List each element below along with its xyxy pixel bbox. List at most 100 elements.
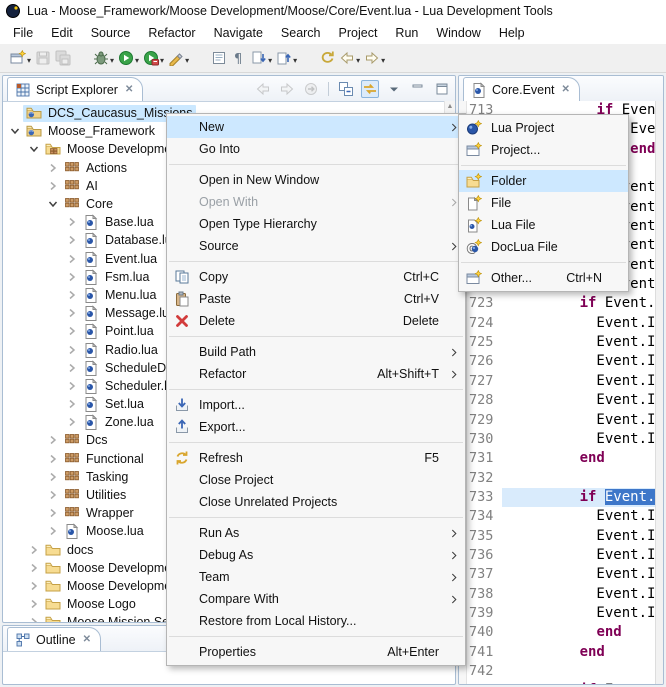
new-folder[interactable]: Folder (459, 170, 628, 192)
chevron-right-icon[interactable] (26, 578, 42, 594)
previous-annotation-button[interactable]: ▾ (274, 48, 299, 68)
chevron-right-icon[interactable] (64, 342, 80, 358)
new-project[interactable]: Project... (459, 139, 628, 161)
chevron-right-icon[interactable] (45, 160, 61, 176)
menu-project[interactable]: Project (330, 24, 387, 42)
code-line-732[interactable]: 732 (459, 469, 655, 488)
minimize-button[interactable] (409, 80, 427, 98)
menu-navigate[interactable]: Navigate (205, 24, 272, 42)
ctx-team[interactable]: Team (167, 566, 465, 588)
go-into-button[interactable] (302, 80, 320, 98)
dropdown-caret-icon[interactable]: ▾ (27, 51, 31, 65)
dropdown-caret-icon[interactable]: ▾ (160, 51, 164, 65)
ctx-open-in-new-window[interactable]: Open in New Window (167, 169, 465, 191)
menu-window[interactable]: Window (427, 24, 489, 42)
ctx-new[interactable]: New (167, 116, 465, 138)
ctx-refactor[interactable]: RefactorAlt+Shift+T (167, 363, 465, 385)
dropdown-caret-icon[interactable]: ▾ (110, 51, 114, 65)
menu-source[interactable]: Source (82, 24, 140, 42)
chevron-right-icon[interactable] (64, 232, 80, 248)
debug-button[interactable]: ▾ (91, 48, 116, 68)
code-line-725[interactable]: 725 Event.IniDCSGroup (459, 333, 655, 352)
ctx-go-into[interactable]: Go Into (167, 138, 465, 160)
ctx-export[interactable]: Export... (167, 416, 465, 438)
code-line-730[interactable]: 730 Event.IniPlayerName (459, 430, 655, 449)
back-button[interactable]: ▾ (337, 48, 362, 68)
menu-file[interactable]: File (4, 24, 42, 42)
ctx-delete[interactable]: DeleteDelete (167, 310, 465, 332)
link-with-editor-button[interactable] (361, 80, 379, 98)
ctx-close-project[interactable]: Close Project (167, 469, 465, 491)
menu-edit[interactable]: Edit (42, 24, 82, 42)
chevron-right-icon[interactable] (45, 505, 61, 521)
ctx-debug-as[interactable]: Debug As (167, 544, 465, 566)
dropdown-caret-icon[interactable]: ▾ (268, 51, 272, 65)
maximize-button[interactable] (433, 80, 451, 98)
collapse-all-button[interactable] (337, 80, 355, 98)
code-line-727[interactable]: 727 Event.IniUnit (459, 372, 655, 391)
chevron-right-icon[interactable] (64, 414, 80, 430)
code-line-743[interactable]: 743 if Event.target then (459, 681, 655, 684)
new-doclua-file[interactable]: @DocLua File (459, 236, 628, 258)
code-line-740[interactable]: 740 end (459, 623, 655, 642)
code-line-726[interactable]: 726 Event.IniUnitName (459, 352, 655, 371)
ctx-run-as[interactable]: Run As (167, 522, 465, 544)
chevron-right-icon[interactable] (64, 214, 80, 230)
dropdown-caret-icon[interactable]: ▾ (135, 51, 139, 65)
code-line-738[interactable]: 738 Event.IniUnitName (459, 585, 655, 604)
editor-scrollbar[interactable] (655, 101, 663, 684)
chevron-right-icon[interactable] (45, 178, 61, 194)
dropdown-caret-icon[interactable]: ▾ (185, 51, 189, 65)
forward-button[interactable] (278, 80, 296, 98)
dropdown-caret-icon[interactable]: ▾ (381, 51, 385, 65)
view-menu-button[interactable] (385, 80, 403, 98)
chevron-right-icon[interactable] (64, 251, 80, 267)
open-type-button[interactable] (209, 48, 229, 68)
chevron-down-icon[interactable] (45, 196, 61, 212)
chevron-down-icon[interactable] (26, 141, 42, 157)
chevron-right-icon[interactable] (45, 487, 61, 503)
show-whitespace-button[interactable]: ¶ (229, 48, 249, 68)
new-wizard-button[interactable]: ▾ (8, 48, 33, 68)
external-tools-button[interactable]: ▾ (166, 48, 191, 68)
close-icon[interactable]: ✕ (560, 84, 570, 95)
ctx-close-unrelated-projects[interactable]: Close Unrelated Projects (167, 491, 465, 513)
chevron-right-icon[interactable] (64, 360, 80, 376)
tab-script-explorer[interactable]: Script Explorer ✕ (7, 77, 143, 101)
chevron-right-icon[interactable] (45, 469, 61, 485)
ctx-restore-from-local-history[interactable]: Restore from Local History... (167, 610, 465, 632)
new-lua-file[interactable]: Lua File (459, 214, 628, 236)
tab-outline[interactable]: Outline ✕ (7, 627, 101, 651)
chevron-right-icon[interactable] (64, 305, 80, 321)
code-line-728[interactable]: 728 Event.IniGroupName (459, 391, 655, 410)
ctx-import[interactable]: Import... (167, 394, 465, 416)
chevron-right-icon[interactable] (45, 432, 61, 448)
chevron-right-icon[interactable] (26, 614, 42, 622)
ctx-properties[interactable]: PropertiesAlt+Enter (167, 641, 465, 663)
chevron-right-icon[interactable] (64, 287, 80, 303)
dropdown-caret-icon[interactable]: ▾ (293, 51, 297, 65)
chevron-right-icon[interactable] (26, 542, 42, 558)
new-file[interactable]: File (459, 192, 628, 214)
code-line-731[interactable]: 731 end (459, 449, 655, 468)
code-line-734[interactable]: 734 Event.IniDCSGroup (459, 507, 655, 526)
ctx-build-path[interactable]: Build Path (167, 341, 465, 363)
code-line-735[interactable]: 735 Event.IniGroupName (459, 527, 655, 546)
chevron-right-icon[interactable] (64, 396, 80, 412)
ctx-source[interactable]: Source (167, 235, 465, 257)
code-line-736[interactable]: 736 Event.IniGroup (459, 546, 655, 565)
chevron-right-icon[interactable] (64, 378, 80, 394)
save-all-button[interactable] (53, 48, 73, 68)
scroll-up-icon[interactable]: ▲ (445, 101, 455, 112)
code-line-733[interactable]: 733 if Event.IniDCSUnit (459, 488, 655, 507)
chevron-right-icon[interactable] (64, 269, 80, 285)
code-line-737[interactable]: 737 Event.IniUnit (459, 565, 655, 584)
chevron-right-icon[interactable] (45, 451, 61, 467)
ctx-compare-with[interactable]: Compare With (167, 588, 465, 610)
ctx-copy[interactable]: CopyCtrl+C (167, 266, 465, 288)
code-line-741[interactable]: 741 end (459, 643, 655, 662)
run-button[interactable]: ▾ (116, 48, 141, 68)
chevron-down-icon[interactable] (7, 123, 23, 139)
close-icon[interactable]: ✕ (81, 634, 91, 645)
menu-refactor[interactable]: Refactor (139, 24, 204, 42)
